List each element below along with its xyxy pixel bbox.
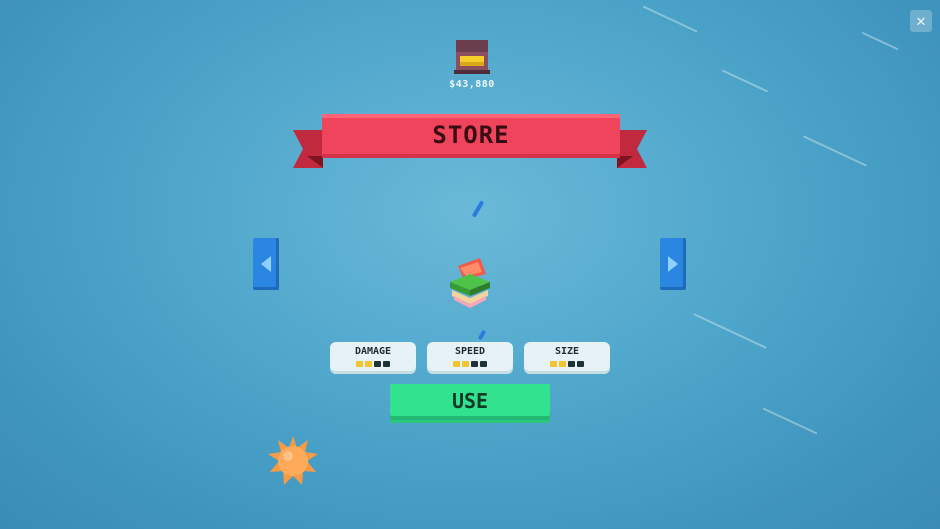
page-title: STORE <box>432 121 510 149</box>
water-ripple <box>721 69 769 93</box>
stat-speed: SPEED <box>427 342 513 374</box>
stat-pip-empty <box>471 361 478 367</box>
arrow-right-icon <box>668 256 678 272</box>
stat-damage: DAMAGE <box>330 342 416 374</box>
stat-pip-filled <box>453 361 460 367</box>
stat-level <box>427 361 513 367</box>
use-button[interactable]: USE <box>390 384 550 420</box>
item-preview-icon <box>450 258 490 308</box>
stat-level <box>524 361 610 367</box>
close-icon: ✕ <box>916 11 926 30</box>
stat-pip-filled <box>365 361 372 367</box>
water-ripple <box>762 407 818 435</box>
stat-label: DAMAGE <box>354 346 392 357</box>
spark-dash <box>477 329 487 341</box>
stat-size: SIZE <box>524 342 610 374</box>
stat-pip-empty <box>383 361 390 367</box>
stat-pip-empty <box>480 361 487 367</box>
treasure-chest-icon <box>454 40 490 74</box>
stat-pip-empty <box>374 361 381 367</box>
water-ripple <box>693 313 767 349</box>
sea-mine-icon <box>268 436 318 485</box>
stat-label: SPEED <box>454 346 486 357</box>
stat-pip-empty <box>577 361 584 367</box>
stat-label: SIZE <box>554 346 580 357</box>
stat-level <box>330 361 416 367</box>
stat-pip-filled <box>356 361 363 367</box>
stat-pip-filled <box>559 361 566 367</box>
coin-balance: $43,880 <box>449 79 495 90</box>
close-button[interactable]: ✕ <box>910 10 932 32</box>
arrow-left-icon <box>261 256 271 272</box>
use-button-label: USE <box>451 389 489 413</box>
stat-pip-filled <box>550 361 557 367</box>
item-stats: DAMAGE SPEED SIZE <box>330 342 612 374</box>
stat-pip-filled <box>462 361 469 367</box>
next-item-button[interactable] <box>660 238 686 290</box>
stat-pip-empty <box>568 361 575 367</box>
spark-dash <box>471 200 485 218</box>
previous-item-button[interactable] <box>253 238 279 290</box>
water-ripple <box>802 135 868 167</box>
water-ripple <box>642 5 698 33</box>
water-ripple <box>861 31 899 51</box>
